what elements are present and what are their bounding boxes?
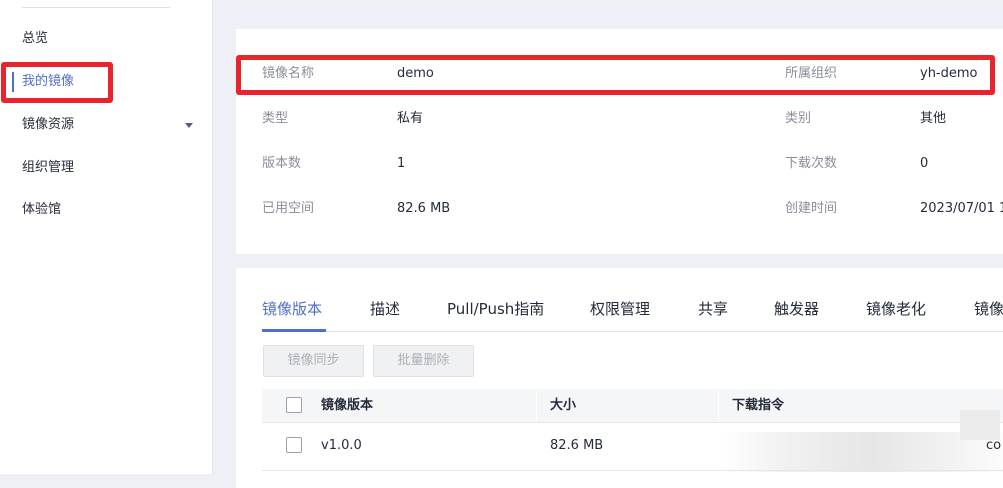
column-separator bbox=[536, 391, 537, 421]
type-value: 私有 bbox=[397, 111, 424, 126]
versions-value: 1 bbox=[397, 156, 406, 171]
tabs-divider bbox=[262, 331, 1003, 332]
column-header-download-command: 下载指令 bbox=[732, 398, 785, 413]
sidebar-divider bbox=[22, 7, 170, 8]
type-label: 类型 bbox=[262, 111, 289, 126]
tab-share[interactable]: 共享 bbox=[698, 298, 728, 320]
versions-label: 版本数 bbox=[262, 156, 302, 171]
created-label: 创建时间 bbox=[785, 201, 838, 216]
category-label: 类别 bbox=[785, 111, 812, 126]
tab-description[interactable]: 描述 bbox=[370, 298, 400, 320]
image-sync-button[interactable]: 镜像同步 bbox=[263, 345, 364, 377]
select-all-checkbox[interactable] bbox=[286, 397, 302, 413]
row-divider bbox=[262, 470, 1003, 471]
tab-pull-push-guide[interactable]: Pull/Push指南 bbox=[447, 298, 544, 320]
sidebar-item-experience-hall[interactable]: 体验馆 bbox=[22, 200, 61, 220]
tab-image-versions[interactable]: 镜像版本 bbox=[262, 298, 322, 320]
downloads-value: 0 bbox=[920, 156, 929, 171]
tab-image-aging[interactable]: 镜像老化 bbox=[866, 298, 926, 320]
sidebar-item-image-resources[interactable]: 镜像资源 bbox=[22, 115, 74, 135]
used-space-value: 82.6 MB bbox=[397, 201, 451, 216]
row-size: 82.6 MB bbox=[550, 438, 604, 453]
column-header-version: 镜像版本 bbox=[321, 398, 374, 413]
row-command-tail: co bbox=[986, 438, 1002, 453]
used-space-label: 已用空间 bbox=[262, 201, 315, 216]
table-header bbox=[262, 389, 1003, 423]
tab-permissions[interactable]: 权限管理 bbox=[590, 298, 650, 320]
row-version[interactable]: v1.0.0 bbox=[321, 436, 362, 456]
created-value: 2023/07/01 14 bbox=[920, 201, 1003, 216]
tab-more[interactable]: 镜像 bbox=[974, 298, 1003, 320]
sidebar-item-org-management[interactable]: 组织管理 bbox=[22, 158, 74, 178]
category-value: 其他 bbox=[920, 111, 947, 126]
tab-triggers[interactable]: 触发器 bbox=[774, 298, 819, 320]
column-header-size: 大小 bbox=[550, 398, 577, 413]
chevron-down-icon[interactable] bbox=[185, 123, 193, 128]
highlight-box-name-row bbox=[236, 55, 995, 95]
batch-delete-button[interactable]: 批量删除 bbox=[373, 345, 474, 377]
sidebar-item-overview[interactable]: 总览 bbox=[22, 29, 48, 49]
downloads-label: 下载次数 bbox=[785, 156, 838, 171]
active-tab-indicator bbox=[262, 329, 326, 332]
column-separator bbox=[718, 391, 719, 421]
row-checkbox[interactable] bbox=[286, 437, 302, 453]
highlight-box-sidebar bbox=[1, 62, 113, 103]
